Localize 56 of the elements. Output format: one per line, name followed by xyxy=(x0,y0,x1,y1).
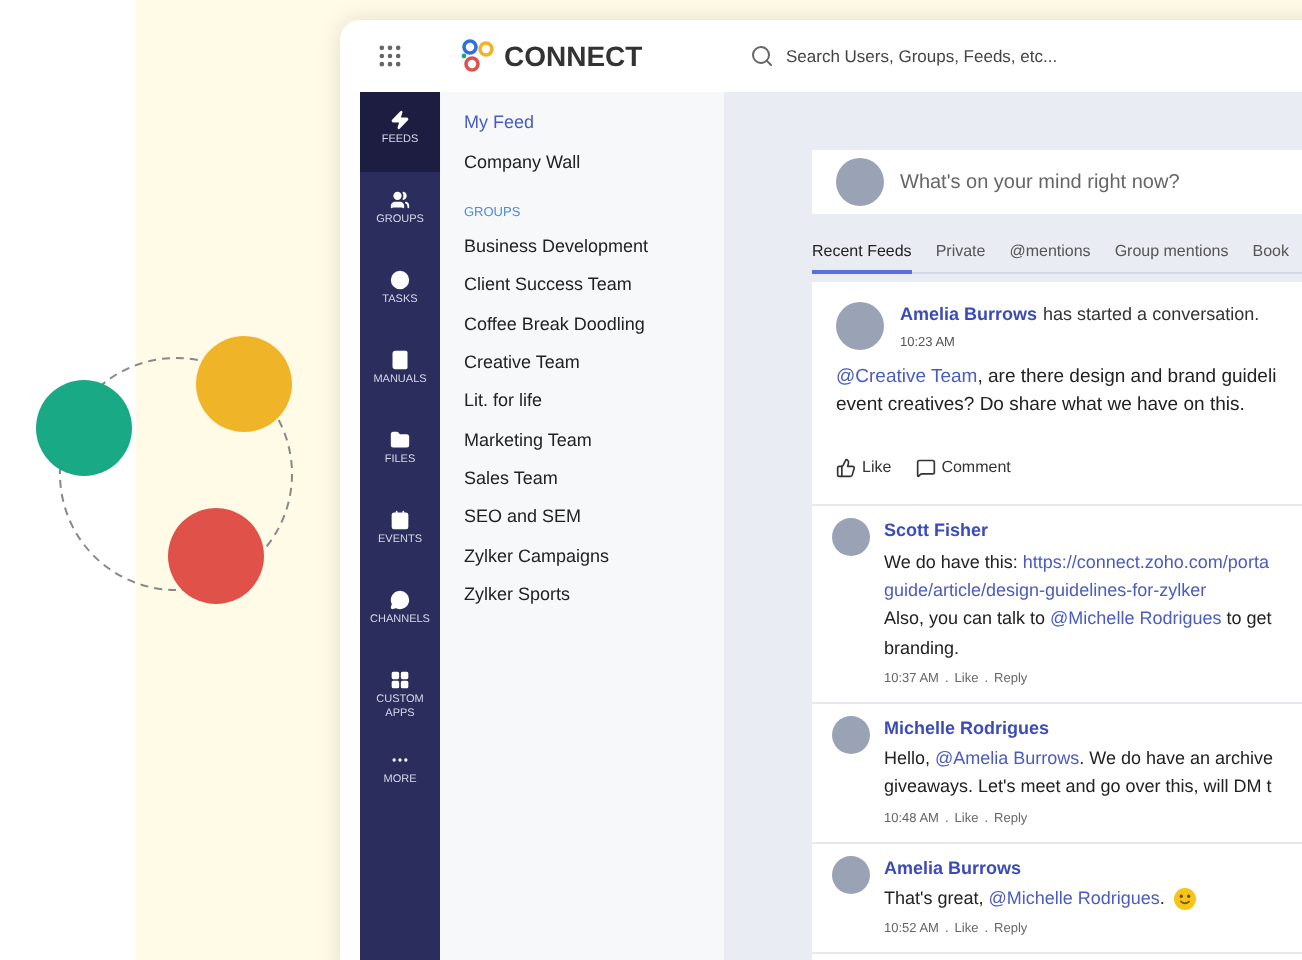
group-item[interactable]: Lit. for life xyxy=(464,388,543,428)
message-text: . We do have an archive xyxy=(1079,746,1274,773)
sidebar-item[interactable]: My Feed xyxy=(464,110,535,149)
app-name: CONNECT xyxy=(504,37,643,75)
smiley-icon xyxy=(1174,887,1197,910)
logo-icon xyxy=(460,38,496,74)
message-text: giveaways. Let's meet and go over this, will DM t xyxy=(884,774,1272,801)
composer-box[interactable]: What's on your mind right now? xyxy=(812,150,1302,214)
author-name[interactable]: Amelia Burrows xyxy=(884,855,1022,883)
comment-button[interactable]: Comment xyxy=(915,456,1011,481)
mention-link[interactable]: @Michelle Rodrigues xyxy=(1050,604,1222,634)
composer-field[interactable]: What's on your mind right now? xyxy=(900,167,1300,197)
group-item[interactable]: Coffee Break Doodling xyxy=(464,311,645,350)
group-item[interactable]: Zylker Sports xyxy=(464,582,571,622)
message-text: to get xyxy=(1224,606,1272,633)
search-icon xyxy=(750,44,774,68)
group-item[interactable]: Business Development xyxy=(464,233,649,273)
group-item[interactable]: SEO and SEM xyxy=(464,504,582,544)
message-text: , are there design and brand guideli xyxy=(977,364,1277,393)
feed-tab[interactable]: Recent Feeds xyxy=(812,234,912,274)
avatar xyxy=(836,302,884,350)
author-name[interactable]: Scott Fisher xyxy=(884,518,989,546)
message-text: branding. xyxy=(884,635,960,662)
app-grid-icon[interactable] xyxy=(376,42,404,70)
message-text: Also, you can talk to xyxy=(884,606,1048,633)
avatar xyxy=(832,855,870,894)
sidebar-item[interactable]: Company Wall xyxy=(464,149,581,188)
author-name[interactable]: Michelle Rodrigues xyxy=(884,715,1050,743)
like-button[interactable]: Like xyxy=(836,456,892,481)
message-text: That's great, xyxy=(884,886,986,913)
mention-link[interactable]: @Creative Team xyxy=(836,364,978,393)
message-text: event creatives? Do share what we have on this. xyxy=(836,392,1245,421)
author-name[interactable]: Amelia Burrows xyxy=(900,302,1038,329)
feed-tab[interactable]: Book xyxy=(1252,234,1289,274)
avatar xyxy=(832,518,870,557)
avatar xyxy=(836,158,884,206)
group-item[interactable]: Marketing Team xyxy=(464,427,592,467)
group-item[interactable]: Zylker Campaigns xyxy=(464,543,610,583)
feed-tab[interactable]: Group mentions xyxy=(1114,234,1229,274)
group-item[interactable]: Client Success Team xyxy=(464,272,632,312)
feed-tab[interactable]: @mentions xyxy=(1009,234,1091,274)
group-item[interactable]: Sales Team xyxy=(464,466,558,505)
speech-bubble-icon xyxy=(915,458,936,479)
message-text: . xyxy=(1159,886,1165,913)
feed-tab[interactable]: Private xyxy=(935,234,986,274)
thumbs-up-icon xyxy=(836,458,856,479)
group-item[interactable]: Creative Team xyxy=(464,349,580,389)
mention-link[interactable]: @Amelia Burrows xyxy=(935,744,1080,773)
message-text: We do have this: xyxy=(884,549,1020,576)
url-link[interactable]: https://connect.zoho.com/porta xyxy=(1022,547,1269,577)
url-link[interactable]: guide/article/design-guidelines-for-zylker xyxy=(884,576,1207,605)
post-action: has started a conversation. xyxy=(1043,302,1260,328)
avatar xyxy=(832,715,870,754)
message-text: Hello, xyxy=(884,746,933,773)
search-field[interactable]: Search Users, Groups, Feeds, etc... xyxy=(786,43,1186,69)
mention-link[interactable]: @Michelle Rodrigues xyxy=(988,884,1160,913)
